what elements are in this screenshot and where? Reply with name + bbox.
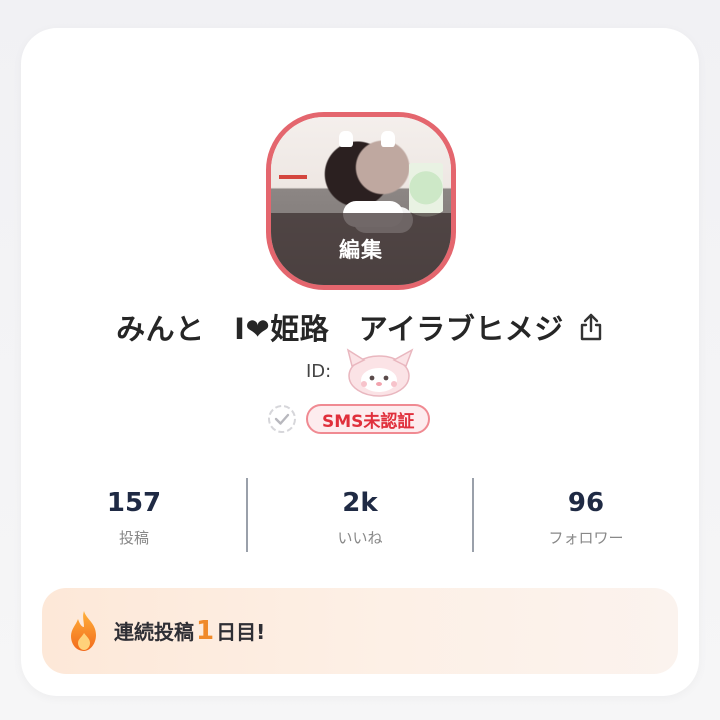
avatar-ear-left [339, 131, 353, 147]
sms-status-badge[interactable]: SMS未認証 [306, 404, 431, 434]
stat-value: 96 [567, 488, 605, 518]
stat-label: フォロワー [548, 529, 624, 547]
edit-label: 編集 [339, 238, 383, 262]
edit-avatar-button[interactable]: 編集 [271, 213, 451, 285]
sticker-icon [346, 348, 414, 397]
stats-row: 157 投稿 2k いいね 96 フォロワー [21, 478, 699, 552]
id-row: ID: [306, 358, 331, 384]
avatar[interactable]: 編集 [266, 112, 456, 290]
stat-value: 157 [106, 488, 162, 518]
streak-count: 1 [196, 616, 215, 646]
streak-prefix: 連続投稿 [114, 620, 194, 644]
stat-label: いいね [337, 529, 383, 547]
stat-likes[interactable]: 2k いいね [247, 478, 473, 552]
streak-text: 連続投稿 1 日目! [114, 616, 265, 646]
stat-followers[interactable]: 96 フォロワー [473, 478, 699, 552]
stat-posts[interactable]: 157 投稿 [21, 478, 247, 552]
share-icon[interactable] [578, 312, 604, 342]
avatar-ear-right [381, 131, 395, 147]
profile-page: 編集 みんと I❤姫路 アイラブヒメジ ID: SMS未認証 157 投稿 2k… [0, 0, 720, 720]
streak-suffix: 日目! [216, 620, 266, 644]
flame-icon [71, 611, 96, 651]
name-row: みんと I❤姫路 アイラブヒメジ [0, 306, 720, 348]
stat-label: 投稿 [118, 529, 149, 547]
verify-row: SMS未認証 [266, 402, 431, 436]
posting-streak-banner[interactable]: 連続投稿 1 日目! [42, 588, 678, 674]
username: みんと I❤姫路 アイラブヒメジ [116, 312, 564, 346]
stat-value: 2k [342, 488, 378, 518]
id-label: ID: [306, 360, 332, 382]
avatar-detail [279, 175, 307, 179]
check-circle-icon [268, 405, 296, 433]
